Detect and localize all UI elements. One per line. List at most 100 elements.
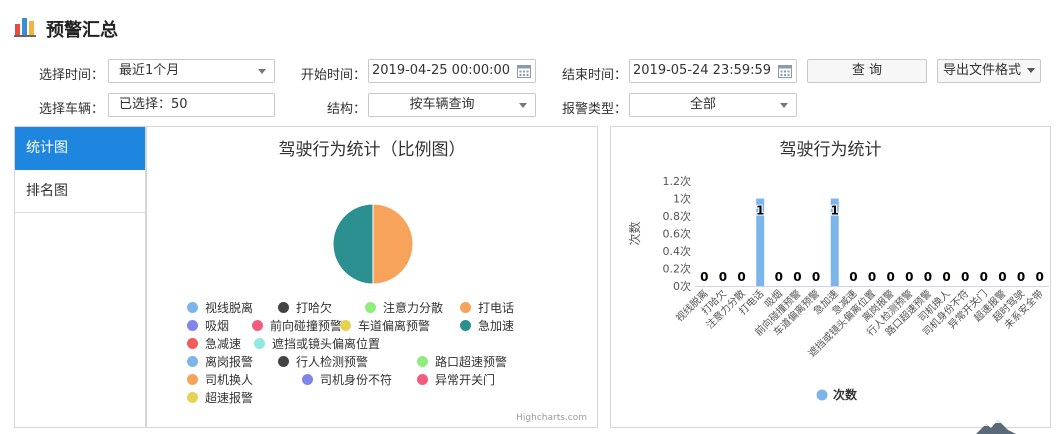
- pie-legend-label: 吸烟: [205, 319, 230, 333]
- pie-legend-label: 急加速: [478, 319, 515, 333]
- legend-marker-icon: [365, 302, 376, 313]
- pie-legend-label: 注意力分散: [383, 301, 444, 315]
- calendar-icon[interactable]: [516, 63, 532, 79]
- pie-legend-label: 超速报警: [205, 391, 254, 405]
- bar-legend-item[interactable]: 次数: [833, 387, 858, 402]
- y-tick-label: 1次: [673, 192, 691, 206]
- bar-data-label: 0: [905, 270, 913, 284]
- pie-legend-item[interactable]: 注意力分散: [365, 299, 443, 316]
- pie-legend-label: 遮挡或镜头偏离位置: [272, 337, 381, 351]
- bar-data-label: 0: [700, 270, 708, 284]
- chevron-down-icon: [780, 103, 788, 108]
- pie-legend-item[interactable]: 视线脱离: [187, 299, 253, 316]
- end-time-input[interactable]: 2019-05-24 23:59:59: [629, 59, 797, 83]
- bar-data-label: 0: [924, 270, 932, 284]
- legend-marker-icon: [187, 374, 198, 385]
- pie-legend-item[interactable]: 前向碰撞预警: [252, 317, 342, 334]
- pie-chart-panel: 驾驶行为统计（比例图） 视线脱离 打哈欠 注意力分散 打电话吸烟 前向碰撞预警 车道偏离预…: [146, 126, 598, 428]
- start-time-label: 开始时间：: [300, 68, 366, 83]
- bar-data-label: 0: [961, 270, 969, 284]
- pie-legend-label: 打哈欠: [296, 301, 333, 315]
- bar-data-label: 0: [719, 270, 727, 284]
- legend-marker-icon: [460, 302, 471, 313]
- pie-legend-item[interactable]: 行人检测预警: [278, 353, 368, 370]
- tab-ranking-chart[interactable]: 排名图: [15, 170, 145, 213]
- structure-select-value: 按车辆查询: [409, 97, 475, 112]
- legend-marker-icon: [816, 389, 828, 401]
- bar-data-label: 0: [980, 270, 988, 284]
- time-select-label: 选择时间：: [38, 68, 104, 83]
- y-tick-label: 0.8次: [663, 209, 692, 223]
- start-time-input[interactable]: 2019-04-25 00:00:00: [368, 59, 536, 83]
- time-select-value: 最近1个月: [119, 63, 180, 78]
- bar-data-label: 0: [793, 270, 801, 284]
- structure-select[interactable]: 按车辆查询: [368, 93, 536, 117]
- y-tick-label: 0次: [673, 279, 691, 293]
- chevron-down-icon: [258, 69, 266, 74]
- end-time-label: 结束时间：: [561, 68, 627, 83]
- pie-legend-label: 车道偏离预警: [358, 319, 431, 333]
- pie-chart-title: 驾驶行为统计（比例图）: [278, 140, 466, 160]
- y-tick-label: 1.2次: [663, 174, 692, 188]
- pie-legend-label: 异常开关门: [435, 373, 496, 387]
- alarm-type-select-value: 全部: [689, 97, 716, 112]
- title-bar: 预警汇总: [0, 0, 1057, 50]
- bar-data-label: 0: [868, 270, 876, 284]
- page-title: 预警汇总: [46, 20, 118, 41]
- pie-legend-item[interactable]: 异常开关门: [417, 371, 495, 388]
- legend-marker-icon: [254, 338, 265, 349]
- time-select[interactable]: 最近1个月: [108, 59, 275, 83]
- y-tick-label: 0.6次: [663, 227, 692, 241]
- pie-legend-item[interactable]: 超速报警: [187, 389, 253, 406]
- pie-legend-item[interactable]: 路口超速预警: [417, 353, 507, 370]
- pie-legend-item[interactable]: 遮挡或镜头偏离位置: [254, 335, 380, 352]
- pie-slice-7[interactable]: [332, 203, 374, 285]
- pie-legend-item[interactable]: 司机换人: [187, 371, 253, 388]
- pie-legend-item[interactable]: 车道偏离预警: [340, 317, 430, 334]
- pie-legend-item[interactable]: 司机身份不符: [302, 371, 392, 388]
- pie-legend-item[interactable]: 急加速: [460, 317, 514, 334]
- calendar-icon[interactable]: [777, 63, 793, 79]
- export-format-button[interactable]: 导出文件格式: [937, 59, 1041, 83]
- legend-marker-icon: [252, 320, 263, 331]
- bar-data-label: 0: [812, 270, 820, 284]
- legend-marker-icon: [187, 302, 198, 313]
- bar-data-label: 0: [775, 270, 783, 284]
- chart-credits[interactable]: Highcharts.com: [516, 413, 587, 423]
- bar-chart: 0次0.2次0.4次0.6次0.8次1次1.2次次数0视线脱离0打哈欠0注意力分…: [627, 174, 1049, 402]
- vehicle-select-input[interactable]: 已选择：50: [108, 93, 275, 117]
- pie-legend-item[interactable]: 急减速: [187, 335, 241, 352]
- legend-marker-icon: [417, 374, 428, 385]
- y-axis-title: 次数: [627, 221, 642, 245]
- legend-marker-icon: [417, 356, 428, 367]
- pie-legend-item[interactable]: 打电话: [460, 299, 514, 316]
- pie-legend-item[interactable]: 吸烟: [187, 317, 229, 334]
- bar-data-label: 0: [1017, 270, 1025, 284]
- start-time-value: 2019-04-25 00:00:00: [372, 63, 511, 78]
- legend-marker-icon: [187, 356, 198, 367]
- alarm-type-label: 报警类型：: [561, 102, 627, 117]
- bar-data-label: 1: [756, 204, 764, 218]
- pie-legend-item[interactable]: 离岗报警: [187, 353, 253, 370]
- legend-marker-icon: [302, 374, 313, 385]
- y-tick-label: 0.2次: [663, 262, 692, 276]
- legend-marker-icon: [278, 356, 289, 367]
- legend-marker-icon: [187, 338, 198, 349]
- y-tick-label: 0.4次: [663, 244, 692, 258]
- bar-data-label: 0: [849, 270, 857, 284]
- pie-legend-label: 司机身份不符: [320, 373, 393, 387]
- alarm-type-select[interactable]: 全部: [629, 93, 797, 117]
- pie-slice-3[interactable]: [372, 203, 414, 285]
- bar-data-label: 0: [1036, 270, 1044, 284]
- chevron-down-icon: [519, 103, 527, 108]
- end-time-value: 2019-05-24 23:59:59: [633, 63, 772, 78]
- bar-data-label: 0: [886, 270, 894, 284]
- pie-legend-item[interactable]: 打哈欠: [278, 299, 332, 316]
- query-button[interactable]: 查 询: [807, 59, 927, 83]
- legend-marker-icon: [340, 320, 351, 331]
- bar-chart-icon: [14, 18, 36, 37]
- legend-marker-icon: [187, 320, 198, 331]
- tab-statistics-chart[interactable]: 统计图: [15, 127, 145, 170]
- structure-label: 结构：: [326, 102, 366, 117]
- chart-tabs: 统计图 排名图: [14, 126, 146, 428]
